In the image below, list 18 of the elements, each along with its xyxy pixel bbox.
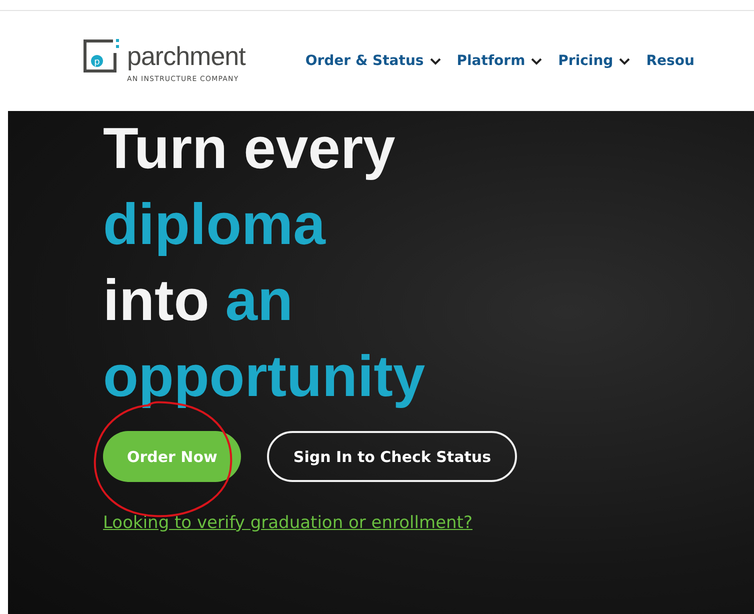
nav-link[interactable]: Resou: [646, 53, 694, 69]
nav-link[interactable]: Order & Status: [305, 53, 441, 69]
headline-text: an: [225, 267, 293, 335]
verify-link[interactable]: Looking to verify graduation or enrollment?: [103, 513, 472, 533]
chevron-down-icon: [430, 58, 441, 64]
logo-dot-icon: [91, 55, 103, 67]
chevron-down-icon: [531, 58, 542, 64]
headline-text: opportunity: [103, 343, 426, 411]
logo-frame-icon: [84, 39, 119, 72]
nav-link[interactable]: Pricing: [558, 53, 630, 69]
chevron-down-icon: [619, 58, 630, 64]
logo-letter: p: [94, 58, 100, 68]
logo-wordmark: parchment: [127, 43, 246, 69]
headline-text: Turn every: [103, 115, 396, 183]
headline-text: diploma: [103, 191, 326, 259]
sign-in-button[interactable]: Sign In to Check Status: [267, 431, 517, 482]
nav-link[interactable]: Platform: [456, 53, 542, 69]
headline-text: into: [103, 267, 210, 335]
